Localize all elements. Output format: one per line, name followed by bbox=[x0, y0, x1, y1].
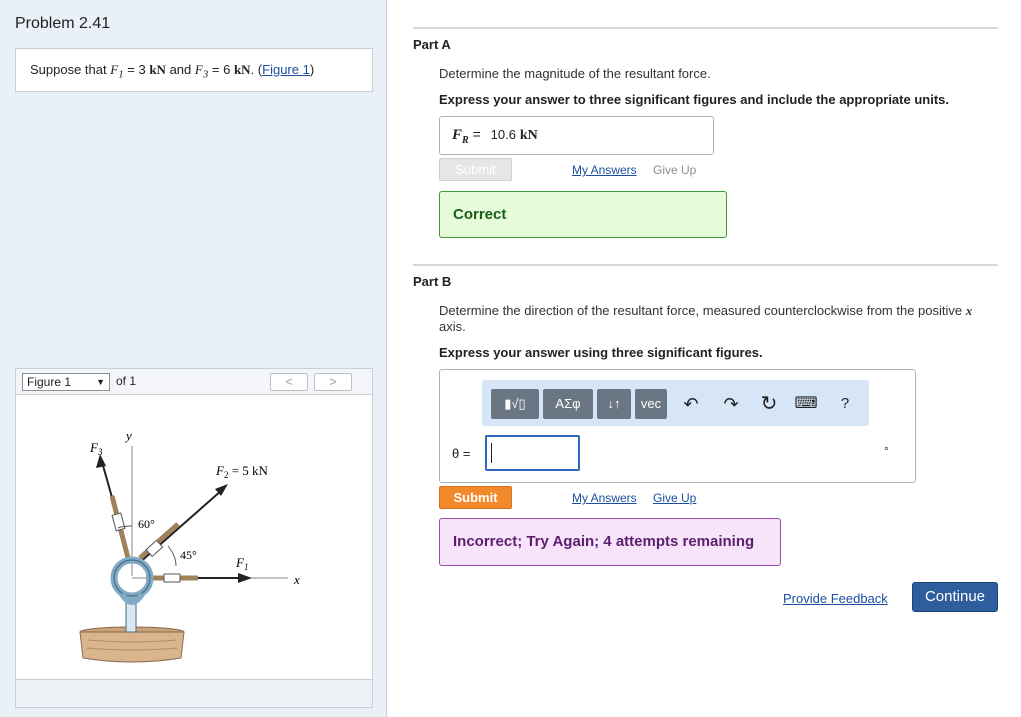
part-b-question: Determine the direction of the resultant… bbox=[439, 303, 973, 334]
part-a-answer-field: FR = 10.6 kN bbox=[439, 116, 714, 155]
figure-next-button[interactable]: > bbox=[314, 373, 352, 391]
figure-footer bbox=[16, 679, 372, 707]
f1-label: F1 bbox=[235, 555, 248, 572]
f3-value: = 6 bbox=[211, 62, 231, 77]
answer-unit: kN bbox=[519, 128, 538, 143]
part-b-instruction: Express your answer using three signific… bbox=[439, 345, 763, 360]
part-a-instruction: Express your answer to three significant… bbox=[439, 92, 949, 107]
part-b-give-up-link[interactable]: Give Up bbox=[653, 491, 696, 505]
keyboard-icon[interactable]: ⌨ bbox=[794, 392, 818, 416]
templates-button[interactable]: ▮√▯ bbox=[491, 389, 539, 419]
wood-base bbox=[79, 631, 185, 663]
f2-label: F2 = 5 kN bbox=[215, 463, 269, 480]
divider bbox=[413, 27, 998, 29]
math-toolbar: ▮√▯ ΑΣφ ↓↑ vec ↶ ↷ ↻ ⌨ ? bbox=[482, 380, 869, 426]
bolt-shank bbox=[125, 600, 137, 633]
x-axis-label: x bbox=[293, 572, 300, 587]
help-icon[interactable]: ? bbox=[833, 392, 857, 416]
redo-icon[interactable]: ↷ bbox=[719, 392, 743, 416]
part-a-feedback-correct: Correct bbox=[439, 191, 727, 238]
f3-symbol: F3 bbox=[194, 62, 209, 81]
divider bbox=[413, 264, 998, 266]
figure-toolbar: Figure 1 ▼ of 1 < > bbox=[16, 369, 372, 395]
arrows-button[interactable]: ↓↑ bbox=[597, 389, 631, 419]
part-a-give-up-link: Give Up bbox=[653, 163, 697, 177]
f1-unit: kN bbox=[149, 62, 166, 77]
figure-image: y x F3 F2 = 5 kN F1 60° 45° bbox=[16, 396, 372, 681]
chevron-down-icon: ▼ bbox=[96, 377, 105, 387]
part-a-title: Part A bbox=[413, 37, 451, 52]
angle-45-label: 45° bbox=[180, 548, 197, 562]
part-b-feedback-incorrect: Incorrect; Try Again; 4 attempts remaini… bbox=[439, 518, 781, 566]
part-b-submit-button[interactable]: Submit bbox=[439, 486, 512, 509]
part-a-question: Determine the magnitude of the resultant… bbox=[439, 66, 711, 81]
right-panel: Part A Determine the magnitude of the re… bbox=[388, 0, 1021, 717]
figure-count: of 1 bbox=[116, 374, 137, 388]
text-caret bbox=[491, 443, 492, 463]
figure-select[interactable]: Figure 1 ▼ bbox=[22, 373, 110, 391]
theta-label: θ = bbox=[452, 446, 471, 461]
reset-icon[interactable]: ↻ bbox=[757, 392, 781, 416]
part-a-submit-button[interactable]: Submit bbox=[439, 158, 512, 181]
part-b-answer-box: ▮√▯ ΑΣφ ↓↑ vec ↶ ↷ ↻ ⌨ ? θ = ° bbox=[439, 369, 916, 483]
part-b-my-answers-link[interactable]: My Answers bbox=[572, 491, 637, 505]
part-b-title: Part B bbox=[413, 274, 452, 289]
figure-prev-button[interactable]: < bbox=[270, 373, 308, 391]
and-text: and bbox=[169, 62, 192, 77]
statement-prefix: Suppose that bbox=[30, 62, 107, 77]
answer-value: 10.6 bbox=[490, 127, 516, 142]
theta-input[interactable] bbox=[485, 435, 580, 471]
figure-link[interactable]: Figure 1 bbox=[262, 62, 310, 77]
problem-title: Problem 2.41 bbox=[15, 15, 111, 32]
part-a-my-answers-link[interactable]: My Answers bbox=[572, 163, 637, 177]
f3-label: F3 bbox=[89, 440, 103, 457]
answer-label: FR bbox=[452, 127, 469, 146]
undo-icon[interactable]: ↶ bbox=[679, 392, 703, 416]
provide-feedback-link[interactable]: Provide Feedback bbox=[783, 591, 888, 606]
f3-unit: kN bbox=[233, 62, 251, 77]
angle-60-label: 60° bbox=[138, 517, 155, 531]
continue-button[interactable]: Continue bbox=[912, 582, 998, 612]
figure-select-value: Figure 1 bbox=[27, 375, 72, 389]
left-panel: Problem 2.41 Suppose that F1 = 3 kN and … bbox=[0, 0, 387, 717]
greek-button[interactable]: ΑΣφ bbox=[543, 389, 593, 419]
f1-symbol: F1 bbox=[110, 62, 124, 81]
problem-statement: Suppose that F1 = 3 kN and F3 = 6 kN. (F… bbox=[15, 48, 373, 92]
figure-panel: Figure 1 ▼ of 1 < > y x F3 F2 = 5 kN F1 … bbox=[15, 368, 373, 708]
answer-eq: = bbox=[472, 126, 481, 142]
f1-value: = 3 bbox=[127, 62, 146, 77]
y-axis-label: y bbox=[124, 428, 132, 443]
vec-button[interactable]: vec bbox=[635, 389, 667, 419]
degree-unit: ° bbox=[884, 444, 889, 458]
